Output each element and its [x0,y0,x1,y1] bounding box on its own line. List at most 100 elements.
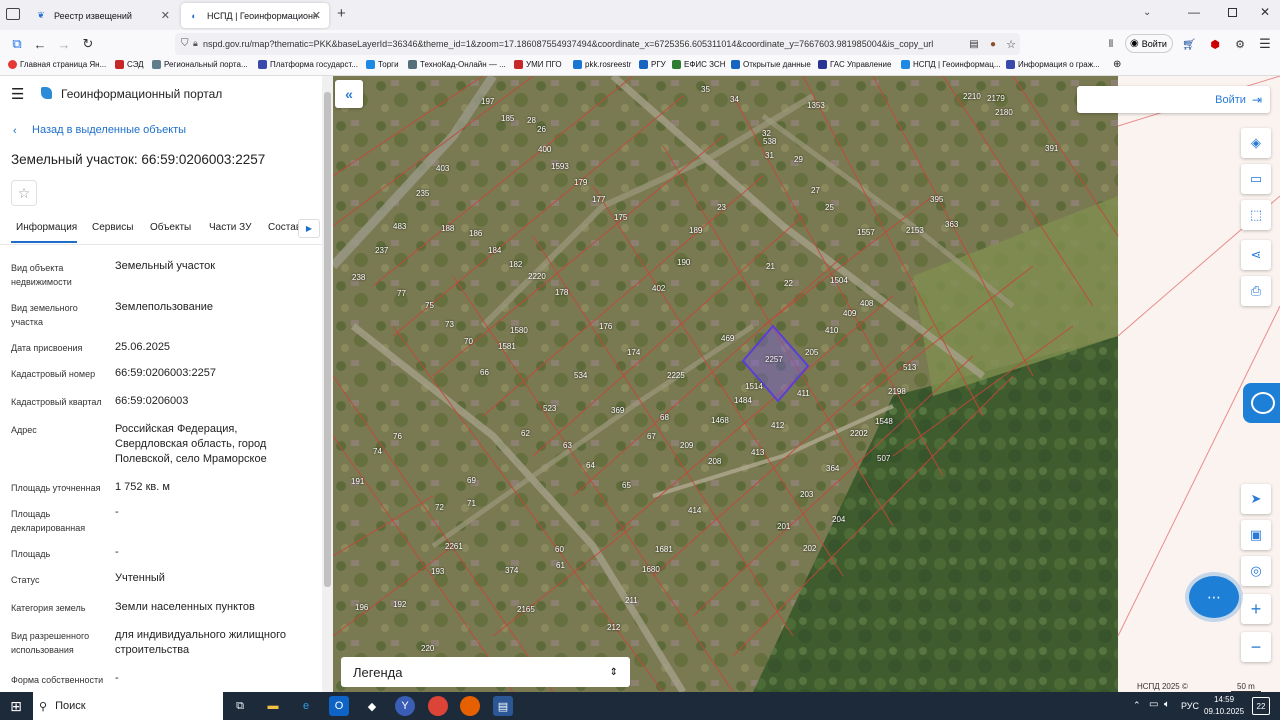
parcel-number-label: 369 [611,406,625,415]
tab-nspd[interactable]: ◐ НСПД | Геоинформационный ✕ [181,3,329,28]
word-document-icon[interactable]: ▤ [493,696,513,716]
library-icon[interactable]: ⫴ [1102,35,1120,53]
bookmark-item[interactable]: РГУ [639,60,666,69]
volume-icon[interactable]: 🔈︎ [1164,699,1170,710]
tab-composition[interactable]: Состав [268,222,301,233]
close-window-icon[interactable]: ✕ [1260,5,1270,19]
share-button[interactable]: ⋖ [1241,240,1271,270]
tab-services[interactable]: Сервисы [92,222,133,233]
windows-start-icon[interactable]: ⊞ [6,696,26,716]
minimap-button[interactable]: ▣ [1241,520,1271,550]
bookmark-item[interactable]: Открытые данные [731,60,811,69]
bookmark-item[interactable]: УМИ ПГО [514,60,562,69]
firefox-icon[interactable] [460,696,480,716]
account-button[interactable]: ◉ Войти [1125,34,1173,53]
url-bar[interactable]: ⛉ 🔒︎ nspd.gov.ru/map?thematic=PKK&baseLa… [175,33,1020,55]
chat-side-button[interactable] [1243,383,1280,423]
satellite-map[interactable] [333,76,1280,692]
task-view-icon[interactable]: ⧉ [230,696,250,716]
clock-date[interactable]: 09.10.2025 [1204,707,1244,716]
network-icon[interactable]: ▭ [1149,699,1158,710]
restore-window-icon[interactable] [1228,8,1237,17]
measure-button[interactable]: ▭ [1241,164,1271,194]
bookmark-item[interactable]: ЕФИС ЗСН [672,60,725,69]
tab-parts[interactable]: Части ЗУ [209,222,251,233]
parcel-number-label: 190 [677,258,691,267]
parcel-number-label: 74 [373,447,382,456]
locate-button[interactable]: ◎ [1241,556,1271,586]
reload-icon[interactable]: ↻ [79,35,97,53]
language-indicator[interactable]: РУС [1181,701,1199,711]
bookmark-item[interactable]: Торги [366,60,399,69]
print-button[interactable]: ⎙ [1241,276,1271,306]
new-tab-button[interactable]: + [337,5,346,22]
field-value: Землепользование [115,301,214,313]
bookmark-item[interactable]: Информация о граж... [1006,60,1100,69]
app-icon[interactable]: ◆ [362,696,382,716]
tab-notices-registry[interactable]: ❦ Реестр извещений ✕ [28,3,178,28]
parcel-number-label: 29 [794,155,803,164]
tab-overflow-chevron-icon[interactable]: ⌄ [1143,7,1151,18]
bookmarks-overflow-icon[interactable]: ⊕ [1113,59,1121,70]
bookmark-item[interactable]: ГАС Управление [818,60,891,69]
layers-button[interactable]: ◈ [1241,128,1271,158]
parcel-number-label: 1468 [711,416,729,425]
close-tab-icon[interactable]: ✕ [161,9,170,22]
navigate-button[interactable]: ➤ [1241,484,1271,514]
back-chevron-icon[interactable]: ‹ [13,125,17,137]
collapse-panel-button[interactable]: « [335,80,363,108]
bookmark-item[interactable]: Главная страница Ян... [8,60,106,69]
tray-chevron-icon[interactable]: ⌃ [1133,700,1141,711]
notification-button[interactable]: 22 [1252,697,1270,715]
cart-icon[interactable]: 🛒︎ [1180,35,1198,53]
parcel-number-label: 238 [352,273,366,282]
bookmark-item[interactable]: pkk.rosreestr [573,60,631,69]
close-tab-icon[interactable]: ✕ [312,9,321,22]
panel-scrollbar-thumb[interactable] [324,92,331,587]
back-arrow-icon[interactable]: ← [31,35,49,53]
outlook-icon[interactable]: O [329,696,349,716]
parcel-number-label: 235 [416,189,430,198]
taskbar-search[interactable]: ⚲ Поиск [33,692,223,720]
chrome-icon[interactable] [428,696,448,716]
parcel-number-label: 211 [625,596,638,605]
field-label: Вид объекта недвижимости [11,263,72,287]
menu-icon[interactable]: ☰ [1256,35,1274,53]
bookmark-item[interactable]: ТехноКад-Онлайн — ... [408,60,506,69]
bookmark-item[interactable]: НСПД | Геоинформац... [901,60,1001,69]
zoom-out-button[interactable]: − [1241,632,1271,662]
back-link[interactable]: Назад в выделенные объекты [32,124,186,136]
bookmark-item[interactable]: Платформа государст... [258,60,358,69]
parcel-number-label: 67 [647,432,656,441]
parcel-number-label: 1504 [830,276,848,285]
reader-view-icon[interactable]: ▤ [965,35,983,53]
extension-icon[interactable]: ● [984,35,1002,53]
bookmark-star-icon[interactable]: ☆ [1002,35,1020,53]
site-info-shield-icon[interactable]: ⛉ [181,38,189,49]
field-label: Форма собственности [11,675,104,685]
containers-icon[interactable]: ⧉ [8,35,26,53]
tab-list-icon[interactable] [6,8,20,20]
tab-objects[interactable]: Объекты [150,222,191,233]
map-view[interactable]: 2257 197 185 28 400 26 403 1593 179 177 235 188 186… [333,76,1280,692]
parcel-number-label: 391 [1045,144,1059,153]
bookmark-item[interactable]: Региональный портa... [152,60,248,69]
edge-icon[interactable]: e [296,696,316,716]
extension-red-icon[interactable]: ⬢ [1206,35,1224,53]
login-button[interactable]: Войти ⇥ [1077,86,1270,113]
tabs-scroll-right-button[interactable]: ▶ [298,219,320,238]
tab-information[interactable]: Информация [16,222,77,233]
clock-time[interactable]: 14:59 [1214,695,1234,704]
zoom-in-button[interactable]: + [1241,594,1271,624]
favorite-button[interactable]: ☆ [11,180,37,206]
legend-dropdown[interactable]: Легенда ⇕ [341,657,630,687]
extensions-puzzle-icon[interactable]: ⚙ [1231,35,1249,53]
hamburger-menu-icon[interactable]: ☰ [11,85,24,103]
support-chat-button[interactable]: ⋯ [1189,576,1239,618]
select-area-button[interactable]: ⬚ [1241,200,1271,230]
minimize-window-icon[interactable]: — [1188,5,1200,19]
yandex-icon[interactable]: Y [395,696,415,716]
bookmark-item[interactable]: СЭД [115,60,144,69]
file-explorer-icon[interactable]: ▬ [263,696,283,716]
forward-arrow-icon[interactable]: → [55,35,73,53]
